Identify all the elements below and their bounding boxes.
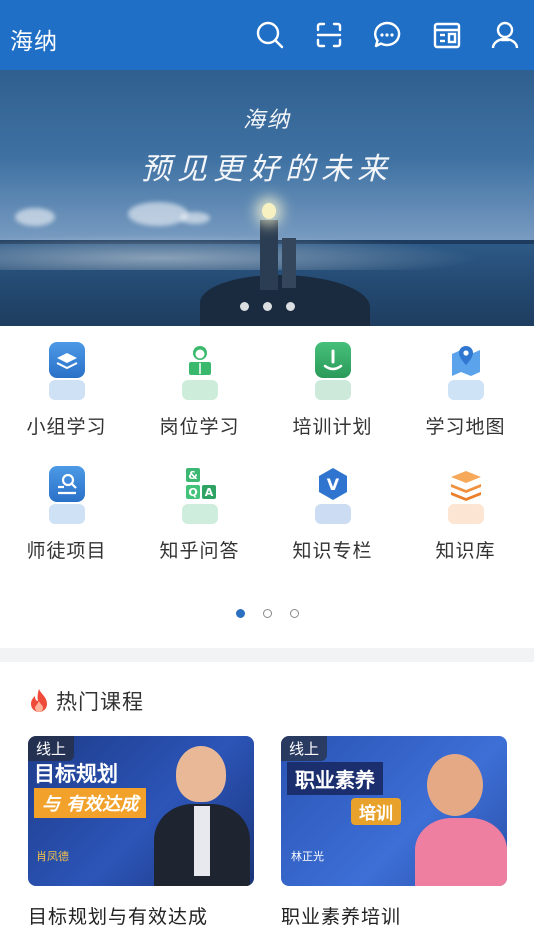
grid-page-dot[interactable] [289,609,299,618]
map-icon [444,338,488,400]
svg-text:&: & [188,469,198,482]
lighthouse-annex [282,238,296,288]
message-icon[interactable] [372,20,402,50]
grid-item-mentor-project[interactable]: 师徒项目 [0,462,133,563]
grid-item-label: 学习地图 [425,416,506,438]
reader-icon [178,338,222,400]
grid-item-label: 岗位学习 [159,416,240,438]
v-badge-icon: V [311,462,355,524]
section-title: 热门课程 [56,690,144,714]
grid-item-knowledge-base[interactable]: 知识库 [399,462,532,563]
scan-icon[interactable] [314,20,344,50]
cloud-decoration [128,202,188,226]
course-card[interactable]: 目标规划 与 有效达成 肖凤德 线上 目标规划与有效达成 [28,736,254,929]
grid-item-training-plan[interactable]: 培训计划 [266,338,399,439]
course-thumbnail: 职业素养 培训 林正光 线上 [281,736,507,886]
user-icon[interactable] [490,20,520,50]
grid-item-qa[interactable]: & Q A 知乎问答 [133,462,266,563]
course-tag: 线上 [281,736,328,761]
teacher-avatar [427,754,483,816]
grid-item-label: 培训计划 [292,416,373,438]
grid-item-label: 知乎问答 [159,540,240,562]
banner-brand: 海纳 [242,108,291,133]
banner-dot[interactable] [262,302,272,311]
teacher-shirt [415,818,507,886]
grid-item-label: 知识专栏 [292,540,373,562]
course-title: 职业素养培训 [281,906,402,928]
grid-item-label: 师徒项目 [26,540,107,562]
thumb-teacher: 肖凤德 [36,850,69,863]
banner-pagination [0,302,534,311]
banner-dot[interactable] [239,302,249,311]
search-icon[interactable] [255,20,285,50]
layers-icon [45,338,89,400]
grid-page-dot-active[interactable] [235,609,245,618]
banner-dot[interactable] [285,302,295,311]
grid-item-label: 小组学习 [26,416,107,438]
grid-item-group-study[interactable]: 小组学习 [0,338,133,439]
thumb-teacher: 林正光 [291,850,324,863]
lighthouse [260,220,278,290]
svg-text:V: V [326,475,339,494]
teacher-shirt [194,806,210,876]
svg-text:A: A [204,486,213,499]
course-tag: 线上 [28,736,75,761]
top-app-bar: 海纳 [0,0,534,70]
hot-courses-header: 热门课程 [28,686,144,716]
svg-text:Q: Q [188,486,197,499]
grid-item-column[interactable]: V 知识专栏 [266,462,399,563]
grid-item-learning-map[interactable]: 学习地图 [399,338,532,439]
teacher-avatar [176,746,226,802]
calendar-icon[interactable] [432,20,462,50]
course-title: 目标规划与有效达成 [28,906,209,928]
thumb-headline: 职业素养 [287,762,383,795]
bookmark-icon [311,338,355,400]
thumb-headline: 目标规划 [34,762,118,786]
course-thumbnail: 目标规划 与 有效达成 肖凤德 线上 [28,736,254,886]
app-title: 海纳 [10,29,58,55]
qa-icon: & Q A [178,462,222,524]
thumb-subheadline: 与 有效达成 [34,788,147,818]
cloud-decoration [180,212,210,224]
lighthouse-lamp [262,203,276,219]
grid-item-label: 知识库 [435,540,496,562]
section-divider [0,648,534,662]
grid-item-job-study[interactable]: 岗位学习 [133,338,266,439]
grid-page-dot[interactable] [262,609,272,618]
banner-slogan: 预见更好的未来 [141,152,393,187]
course-card[interactable]: 职业素养 培训 林正光 线上 职业素养培训 [281,736,507,929]
mentor-icon [45,462,89,524]
fire-icon [31,689,47,712]
cloud-decoration [15,208,55,226]
thumb-subheadline: 培训 [351,798,401,825]
grid-pagination [0,609,534,618]
promo-banner[interactable]: 海纳 预见更好的未来 [0,70,534,326]
stack-icon [444,462,488,524]
